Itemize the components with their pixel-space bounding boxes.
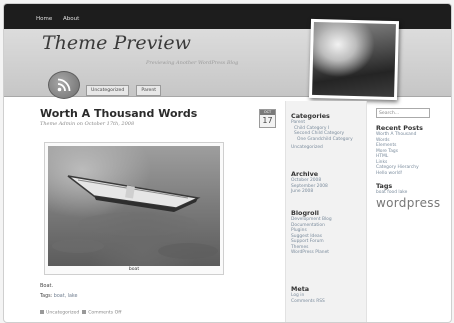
post-category-link[interactable]: Uncategorized xyxy=(46,311,79,316)
browser-viewport: Home About Theme Preview Previewing Anot… xyxy=(3,3,452,323)
nav-about-link[interactable]: About xyxy=(63,16,79,22)
post-title[interactable]: Worth A Thousand Words xyxy=(40,107,197,120)
tag-links[interactable]: boat, lake xyxy=(54,294,78,299)
site-title[interactable]: Theme Preview xyxy=(42,32,191,54)
post-comments-status: Comments Off xyxy=(88,310,122,316)
recent-post-link[interactable]: Hello world! xyxy=(376,171,450,177)
secondary-sidebar: Search... Recent Posts Worth A Thousand … xyxy=(376,108,450,210)
category-link[interactable]: Second Child Category xyxy=(291,131,353,137)
folder-icon xyxy=(40,310,44,314)
archive-link[interactable]: June 2008 xyxy=(291,189,328,195)
header-landscape-photo xyxy=(308,18,400,101)
post-footer: Uncategorized Comments Off xyxy=(40,310,121,316)
tags-widget: Tags boat food lake wordpress xyxy=(376,182,450,210)
blogroll-title: Blogroll xyxy=(291,209,319,217)
site-description: Previewing Another WordPress Blog xyxy=(146,60,239,66)
tag-cloud-wordpress[interactable]: wordpress xyxy=(376,196,450,210)
meta-title: Meta xyxy=(291,285,310,293)
meta-link[interactable]: Comments RSS xyxy=(291,299,325,305)
nav-home-link[interactable]: Home xyxy=(36,16,52,22)
categories-title: Categories xyxy=(291,112,330,120)
comment-icon xyxy=(82,310,87,314)
blogroll-widget: Blogroll Development Blog Documentation … xyxy=(291,209,332,256)
archive-widget: Archive October 2008 September 2008 June… xyxy=(291,170,328,195)
category-link[interactable]: One Grandchild Category xyxy=(291,137,353,143)
rss-feed-icon[interactable] xyxy=(48,71,80,99)
recent-posts-title: Recent Posts xyxy=(376,124,423,132)
post-image-boat[interactable]: boat xyxy=(44,142,224,275)
categories-widget: Categories Parent Child Category I Secon… xyxy=(291,112,353,151)
category-link[interactable]: Uncategorized xyxy=(291,145,353,151)
blogroll-link[interactable]: WordPress Planet xyxy=(291,250,332,256)
tags-title: Tags xyxy=(376,182,393,190)
tab-parent[interactable]: Parent xyxy=(136,85,162,96)
recent-post-link[interactable]: Worth A Thousand Words xyxy=(376,132,428,143)
image-caption: boat xyxy=(128,267,140,272)
tags-label: Tags: xyxy=(40,294,53,299)
post-date-badge: OCT 17 xyxy=(259,109,276,128)
tab-uncategorized[interactable]: Uncategorized xyxy=(86,85,130,96)
date-day: 17 xyxy=(262,116,273,125)
post-meta: Theme Admin on October 17th, 2008 xyxy=(40,121,135,127)
post-tags: Tags: boat, lake xyxy=(40,294,77,299)
category-tabs: Uncategorized Parent xyxy=(86,76,163,96)
search-input[interactable]: Search... xyxy=(376,108,430,118)
meta-widget: Meta Log in Comments RSS xyxy=(291,285,325,304)
archive-title: Archive xyxy=(291,170,319,178)
post-excerpt: Boat. xyxy=(40,283,54,289)
blogroll-link[interactable]: Development Blog xyxy=(291,217,332,223)
recent-posts-widget: Recent Posts Worth A Thousand Words Elem… xyxy=(376,124,450,176)
primary-sidebar: Categories Parent Child Category I Secon… xyxy=(285,101,367,322)
